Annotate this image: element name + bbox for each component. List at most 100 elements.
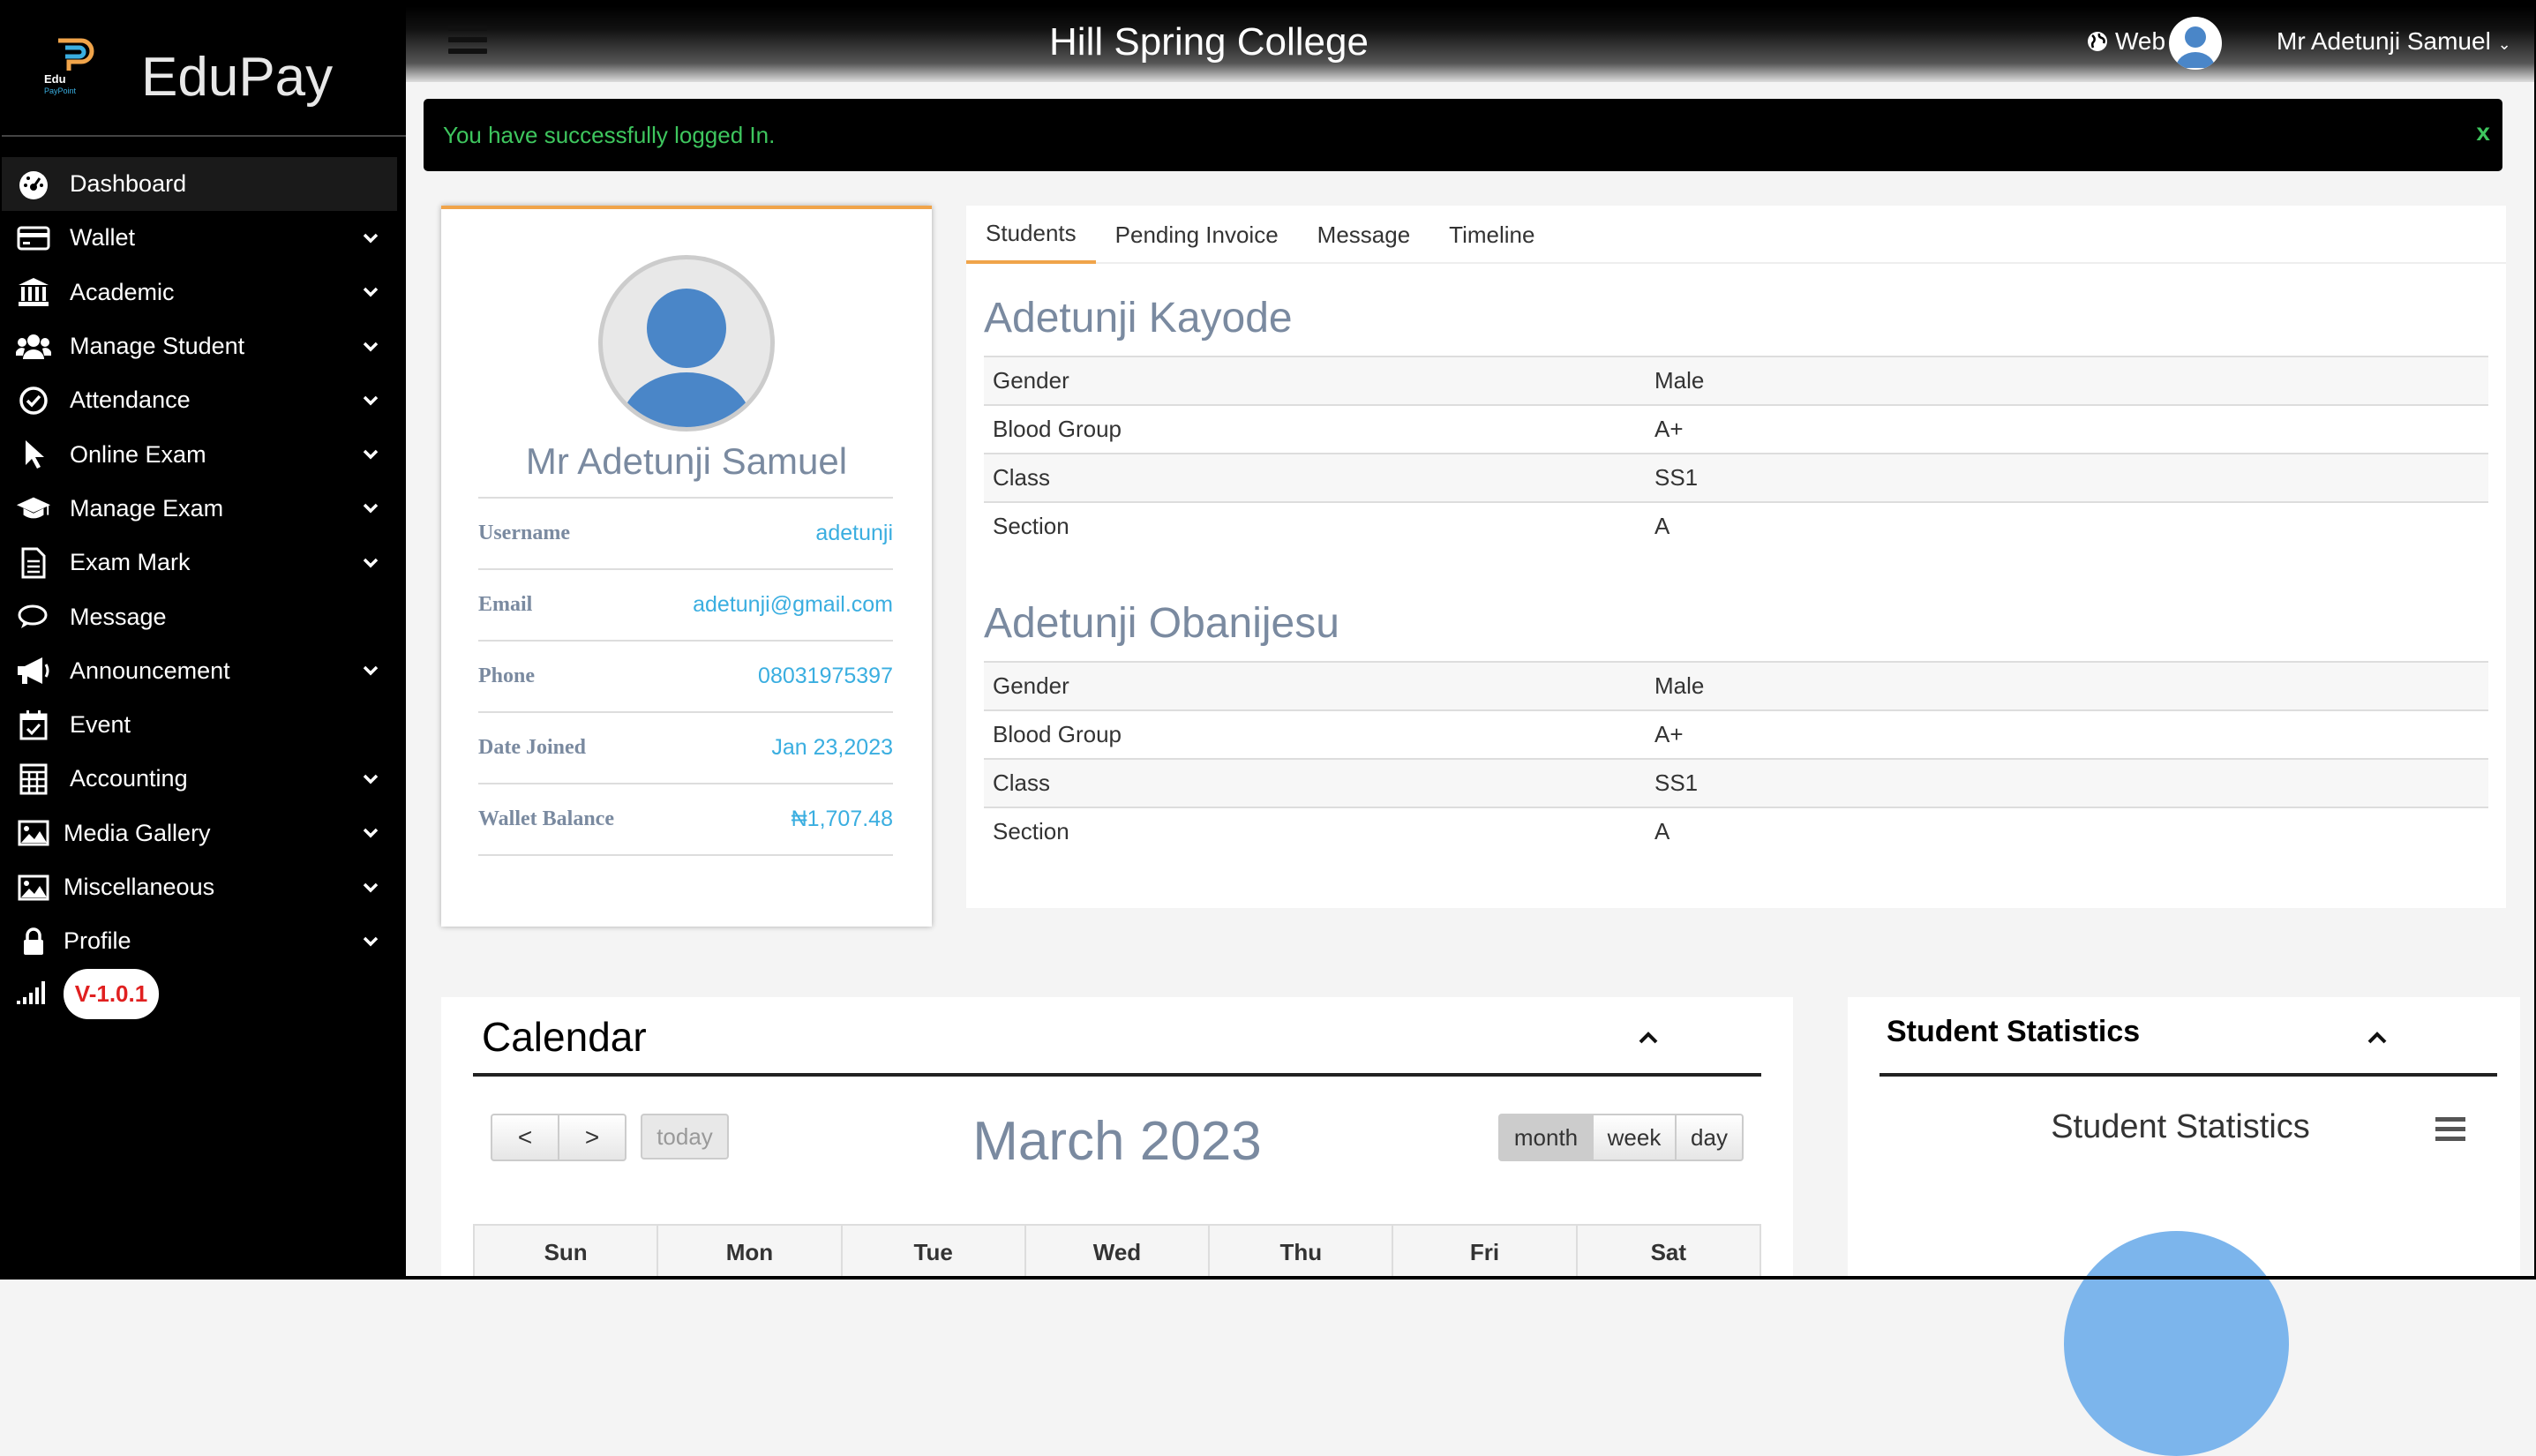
weekday-label: Sat xyxy=(1575,1226,1761,1280)
field-label: Email xyxy=(478,593,533,616)
sidebar-item-wallet[interactable]: Wallet xyxy=(0,211,406,265)
divider xyxy=(473,1073,1761,1077)
field-value: adetunji xyxy=(815,521,893,545)
profile-row-phone: Phone 08031975397 xyxy=(478,640,893,711)
field-label: Phone xyxy=(478,664,536,687)
web-label: Web xyxy=(2115,27,2166,55)
field-value: ₦1,707.48 xyxy=(791,807,893,831)
dashboard-icon xyxy=(16,169,51,200)
sidebar-item-label: Manage Student xyxy=(70,333,245,360)
collapse-chevron-up-icon[interactable] xyxy=(2367,1031,2388,1045)
tab-bar: Students Pending Invoice Message Timelin… xyxy=(966,206,2506,264)
chart-menu-icon[interactable] xyxy=(2435,1117,2465,1142)
sidebar-item-attendance[interactable]: Attendance xyxy=(0,373,406,427)
user-name: Mr Adetunji Samuel xyxy=(2277,27,2491,55)
field-label: Wallet Balance xyxy=(478,807,614,830)
megaphone-icon xyxy=(16,655,51,687)
cell-label: Class xyxy=(993,464,1051,491)
cell-value: A xyxy=(1654,513,1670,539)
sidebar-item-label: Profile xyxy=(64,927,131,955)
sidebar-menu: Dashboard Wallet Academic Manage Student… xyxy=(0,157,406,968)
chevron-down-icon xyxy=(363,774,379,784)
cell-label: Blood Group xyxy=(993,416,1122,442)
sidebar-item-label: Dashboard xyxy=(70,170,187,198)
tab-message[interactable]: Message xyxy=(1298,206,1430,264)
institution-icon xyxy=(16,276,51,308)
sidebar-item-online-exam[interactable]: Online Exam xyxy=(0,427,406,481)
tab-timeline[interactable]: Timeline xyxy=(1429,206,1554,264)
chevron-down-icon xyxy=(363,936,379,947)
cell-value: Male xyxy=(1654,367,1705,394)
version-badge: V-1.0.1 xyxy=(64,969,159,1019)
user-avatar[interactable] xyxy=(2169,17,2222,70)
user-menu[interactable]: Mr Adetunji Samuel ⌄ xyxy=(2277,27,2511,56)
sidebar-item-announcement[interactable]: Announcement xyxy=(0,644,406,698)
web-link[interactable]: Web xyxy=(2087,27,2165,56)
calculator-icon xyxy=(16,763,51,795)
sidebar-item-profile[interactable]: Profile xyxy=(0,914,406,968)
table-row: Section A xyxy=(984,501,2488,550)
chevron-down-icon xyxy=(363,828,379,838)
sidebar-item-accounting[interactable]: Accounting xyxy=(0,752,406,806)
sidebar-item-message[interactable]: Message xyxy=(0,589,406,643)
check-circle-icon xyxy=(16,385,51,417)
sidebar-item-label: Media Gallery xyxy=(64,819,211,846)
collapse-chevron-up-icon[interactable] xyxy=(1638,1031,1659,1045)
svg-text:PayPoint: PayPoint xyxy=(44,86,77,95)
cell-label: Gender xyxy=(993,367,1069,394)
tab-students[interactable]: Students xyxy=(966,206,1096,264)
document-icon xyxy=(16,547,51,579)
app-name: EduPay xyxy=(141,47,334,108)
success-alert: You have successfully logged In. x xyxy=(424,99,2502,171)
sidebar-item-label: Attendance xyxy=(70,387,191,414)
sidebar-item-event[interactable]: Event xyxy=(0,698,406,752)
profile-row-email: Email adetunji@gmail.com xyxy=(478,568,893,640)
field-label: Username xyxy=(478,522,570,544)
cell-value: SS1 xyxy=(1654,464,1699,491)
cell-value: SS1 xyxy=(1654,769,1699,796)
sidebar-item-manage-student[interactable]: Manage Student xyxy=(0,319,406,373)
profile-row-username: Username adetunji xyxy=(478,497,893,568)
sidebar-item-dashboard[interactable]: Dashboard xyxy=(0,157,397,212)
table-row: Blood Group A+ xyxy=(984,709,2488,758)
edupay-logo: Edu PayPoint xyxy=(44,38,94,95)
chevron-down-icon xyxy=(363,287,379,297)
weekday-label: Thu xyxy=(1208,1226,1392,1280)
chevron-down-icon xyxy=(363,882,379,892)
field-value: 08031975397 xyxy=(758,664,893,688)
weekday-label: Wed xyxy=(1024,1226,1208,1280)
tab-pending-invoice[interactable]: Pending Invoice xyxy=(1096,206,1298,264)
sidebar-item-label: Message xyxy=(70,603,167,630)
chevron-down-icon xyxy=(363,558,379,568)
sidebar-item-label: Online Exam xyxy=(70,440,206,468)
globe-icon xyxy=(2088,32,2107,51)
sidebar-item-academic[interactable]: Academic xyxy=(0,266,406,319)
wallet-icon xyxy=(16,222,51,254)
details-panel: Students Pending Invoice Message Timelin… xyxy=(966,206,2506,908)
day-view-button[interactable]: day xyxy=(1677,1114,1744,1161)
weekday-label: Tue xyxy=(840,1226,1024,1280)
profile-avatar xyxy=(598,255,775,432)
cell-label: Class xyxy=(993,769,1051,796)
sidebar-item-exam-mark[interactable]: Exam Mark xyxy=(0,536,406,589)
alert-message: You have successfully logged In. xyxy=(443,122,776,148)
sidebar-item-label: Announcement xyxy=(70,657,230,684)
cell-value: A xyxy=(1654,818,1670,844)
month-view-button[interactable]: month xyxy=(1498,1114,1594,1161)
field-value: Jan 23,2023 xyxy=(771,735,893,760)
sidebar-item-miscellaneous[interactable]: Miscellaneous xyxy=(0,860,406,914)
top-bar: Hill Spring College Web Mr Adetunji Samu… xyxy=(406,6,2534,82)
cell-value: A+ xyxy=(1654,721,1684,747)
users-icon xyxy=(16,331,51,363)
calendar-check-icon xyxy=(16,709,51,741)
sidebar-item-media-gallery[interactable]: Media Gallery xyxy=(0,807,406,860)
graduation-cap-icon xyxy=(16,492,51,524)
chevron-down-icon xyxy=(363,341,379,352)
sidebar-item-manage-exam[interactable]: Manage Exam xyxy=(0,482,406,536)
table-row: Gender Male xyxy=(984,356,2488,404)
sidebar-item-label: Wallet xyxy=(70,224,136,251)
close-alert-button[interactable]: x xyxy=(2476,118,2490,146)
week-view-button[interactable]: week xyxy=(1594,1114,1677,1161)
divider xyxy=(478,854,893,856)
chevron-down-icon xyxy=(363,449,379,460)
